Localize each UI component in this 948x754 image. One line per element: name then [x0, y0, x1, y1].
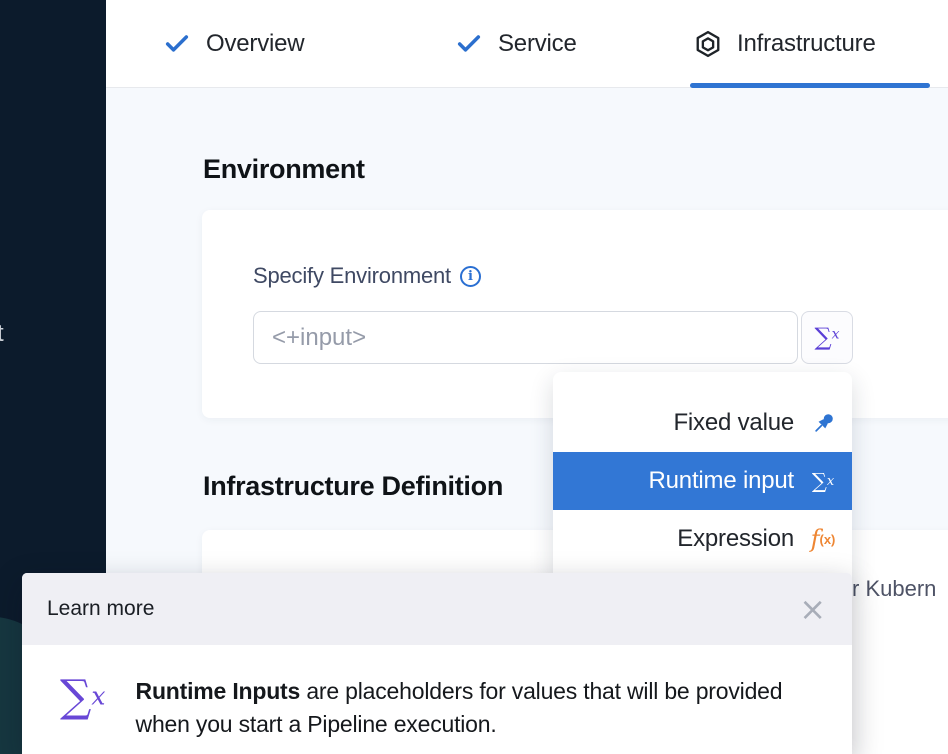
environment-heading: Environment	[203, 154, 365, 185]
stage-tab-bar: Overview Service Infrastructure	[106, 0, 948, 88]
learn-more-popover: Learn more × ∑x Runtime Inputs are place…	[22, 573, 852, 754]
menu-item-label: Expression	[677, 525, 794, 553]
specify-environment-row: Specify Environment i	[253, 263, 481, 289]
infrastructure-clipped-text: r Kubern	[852, 576, 936, 602]
menu-item-expression[interactable]: Expression f(x)	[553, 510, 852, 568]
runtime-input-type-button[interactable]: ∑x	[801, 311, 853, 364]
input-type-menu: Fixed value Runtime input ∑x Expression …	[553, 372, 852, 584]
pin-icon	[807, 410, 839, 437]
learn-more-title: Learn more	[47, 597, 154, 621]
tab-service[interactable]: Service	[455, 0, 577, 87]
check-icon	[455, 30, 483, 58]
sigma-icon: ∑x	[807, 471, 839, 492]
sigma-icon: ∑x	[60, 675, 106, 741]
active-tab-underline	[690, 83, 930, 88]
app-window: t Environment Specify Environment i ∑x I…	[0, 0, 948, 754]
tab-overview[interactable]: Overview	[163, 0, 304, 87]
tab-service-label: Service	[498, 30, 577, 58]
sidebar-clipped-label: t	[0, 320, 4, 348]
learn-more-header: Learn more ×	[22, 573, 852, 645]
learn-more-text: Runtime Inputs are placeholders for valu…	[136, 675, 796, 741]
tab-infrastructure[interactable]: Infrastructure	[694, 0, 876, 87]
sigma-icon: ∑x	[814, 325, 839, 350]
info-icon[interactable]: i	[460, 266, 481, 287]
close-icon[interactable]: ×	[799, 593, 826, 625]
tab-overview-label: Overview	[206, 30, 304, 58]
tab-infrastructure-label: Infrastructure	[737, 30, 876, 58]
environment-input[interactable]	[253, 311, 798, 364]
fx-icon: f(x)	[807, 527, 839, 551]
infrastructure-heading: Infrastructure Definition	[203, 471, 503, 502]
learn-more-body: ∑x Runtime Inputs are placeholders for v…	[22, 645, 852, 741]
check-icon	[163, 30, 191, 58]
specify-environment-label: Specify Environment	[253, 263, 451, 289]
hexagon-icon	[694, 30, 722, 58]
menu-item-fixed-value[interactable]: Fixed value	[553, 394, 852, 452]
menu-item-label: Fixed value	[673, 409, 794, 437]
menu-item-label: Runtime input	[649, 467, 794, 495]
menu-item-runtime-input[interactable]: Runtime input ∑x	[553, 452, 852, 510]
